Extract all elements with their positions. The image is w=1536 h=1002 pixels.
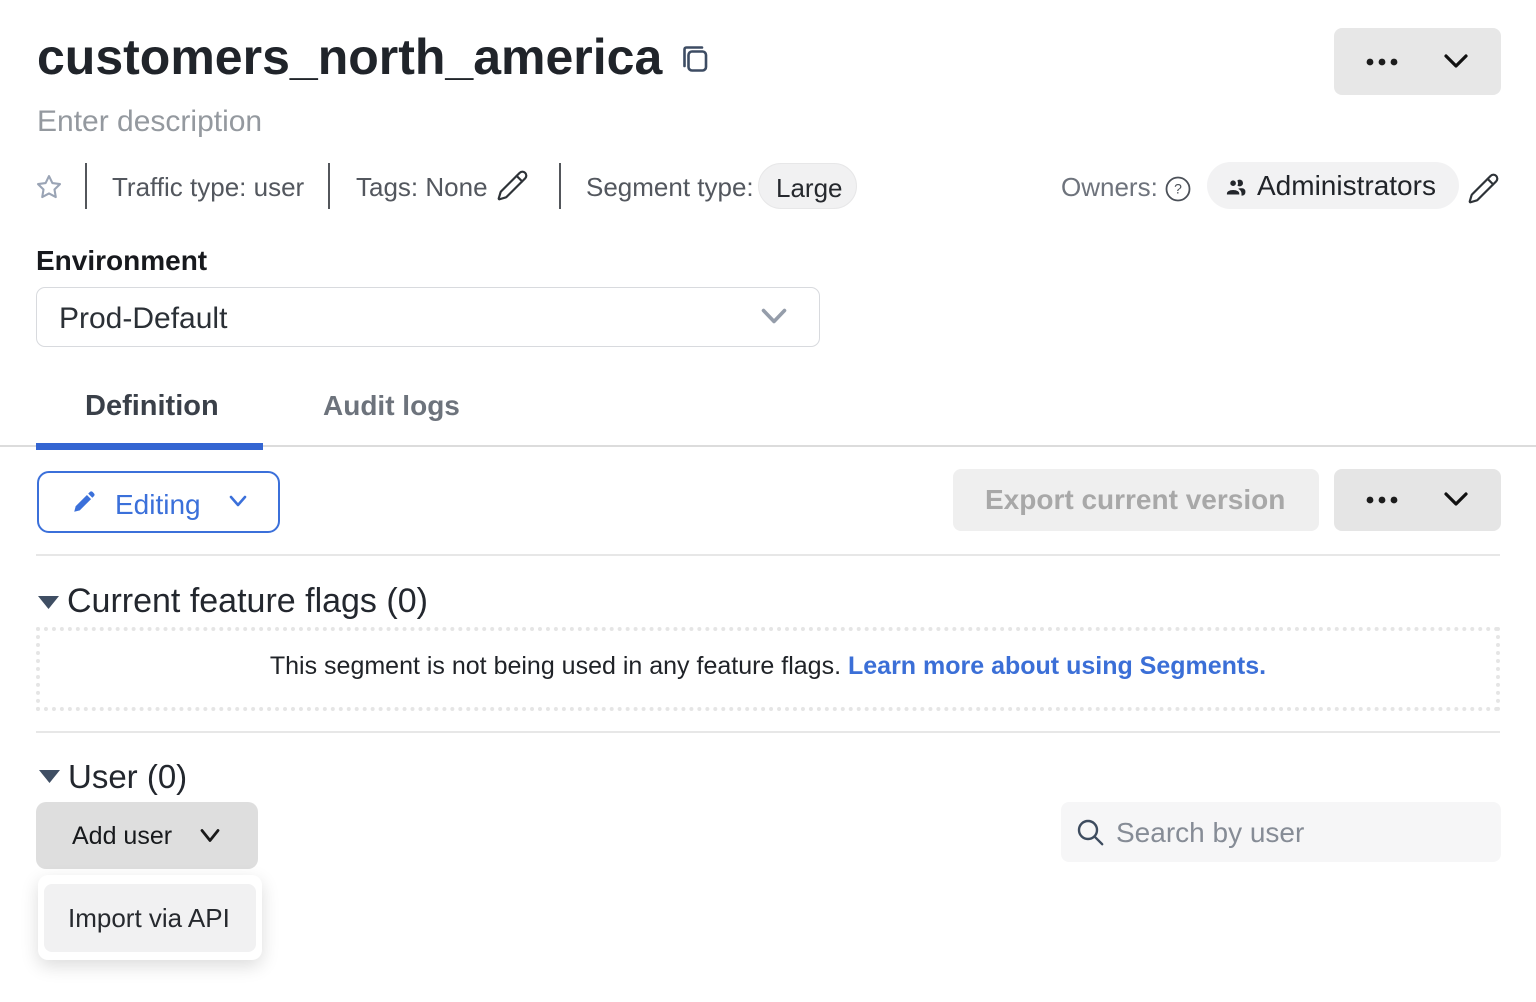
svg-text:?: ? xyxy=(1174,181,1182,197)
